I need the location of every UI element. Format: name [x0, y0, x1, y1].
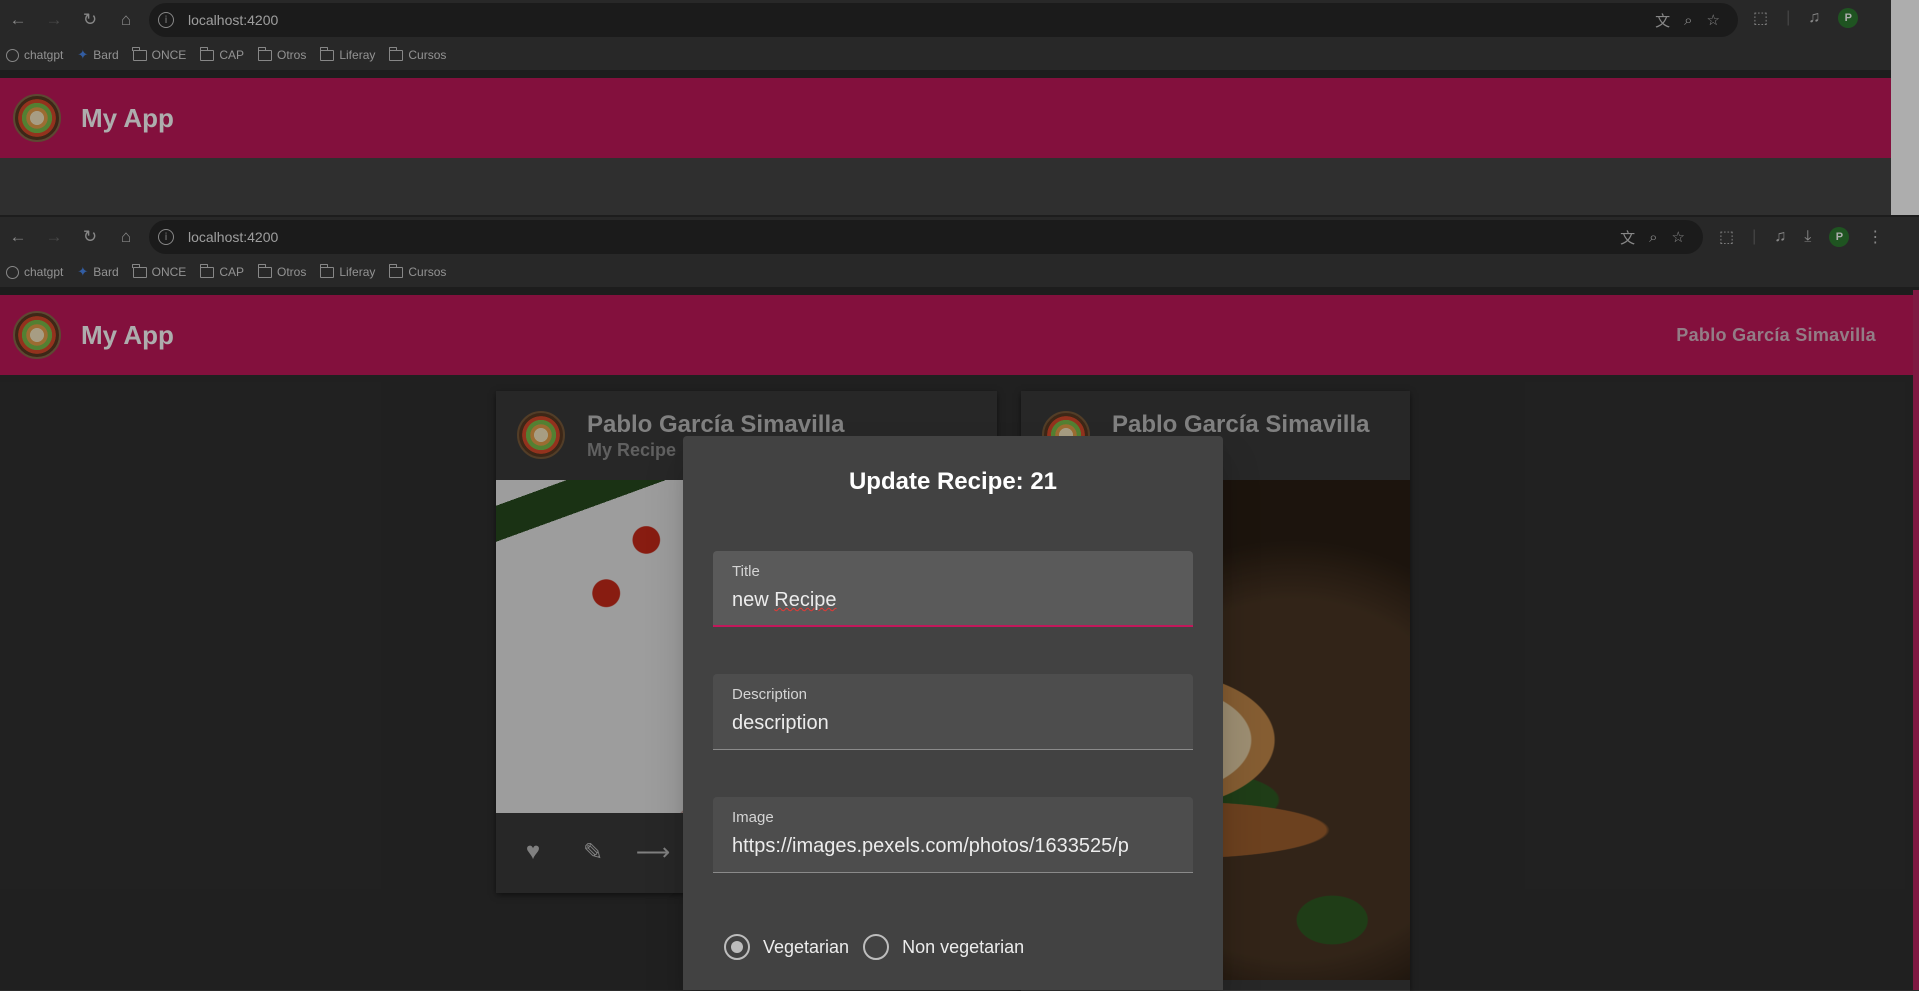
bard-sparkle-icon: ✦: [77, 47, 89, 62]
chatgpt-icon: [6, 265, 19, 279]
home-icon[interactable]: ⌂: [108, 2, 144, 38]
bookmark-folder-otros[interactable]: Otros: [257, 263, 306, 279]
folder-icon: [132, 46, 147, 61]
bookmarks-bar-main: chatgpt ✦ Bard ONCE CAP Otros Liferay Cur…: [0, 257, 1919, 287]
reload-icon[interactable]: ↻: [72, 2, 108, 38]
app-logo: [13, 311, 61, 359]
folder-icon: [319, 46, 335, 61]
heart-icon[interactable]: ♥: [514, 833, 552, 871]
address-bar[interactable]: i localhost:4200 文 ⌕ ☆: [149, 3, 1738, 37]
description-field[interactable]: Description description: [713, 674, 1193, 750]
app-title: My App: [81, 319, 174, 350]
app-logo: [13, 94, 61, 142]
bookmark-star-icon[interactable]: ☆: [1707, 11, 1720, 29]
diet-radio-group: Vegetarian Non vegetarian: [724, 934, 1038, 960]
bookmark-folder-liferay[interactable]: Liferay: [319, 46, 375, 62]
forward-arrow-icon[interactable]: →: [36, 2, 72, 38]
back-arrow-icon[interactable]: ←: [0, 219, 36, 255]
bookmarks-bar-top: chatgpt ✦ Bard ONCE CAP Otros Liferay Cur…: [0, 40, 1919, 70]
reload-icon[interactable]: ↻: [72, 219, 108, 255]
bookmark-chatgpt[interactable]: chatgpt: [6, 265, 63, 279]
title-value: new Recipe: [732, 589, 837, 611]
extensions-icon[interactable]: ⬚: [1753, 8, 1768, 28]
address-bar[interactable]: i localhost:4200 文 ⌕ ☆: [149, 220, 1703, 254]
bookmark-bard[interactable]: ✦ Bard: [77, 264, 118, 280]
folder-icon: [388, 263, 404, 278]
card-author: Pablo García Simavilla: [587, 411, 845, 438]
description-input[interactable]: description: [732, 712, 1177, 735]
address-url: localhost:4200: [188, 12, 279, 28]
current-user-name[interactable]: Pablo García Simavilla: [1676, 325, 1876, 346]
media-control-icon[interactable]: ♫: [1774, 228, 1786, 246]
translate-icon[interactable]: 文: [1655, 10, 1670, 31]
app-toolbar-main: My App Pablo García Simavilla: [0, 295, 1913, 375]
media-control-icon[interactable]: ♫: [1808, 9, 1820, 27]
extensions-icon[interactable]: ⬚: [1719, 227, 1734, 247]
vegetarian-label[interactable]: Vegetarian: [763, 937, 849, 958]
description-label: Description: [732, 686, 808, 703]
back-arrow-icon[interactable]: ←: [0, 2, 36, 38]
toolbar-divider: |: [1786, 9, 1791, 26]
bookmark-folder-liferay[interactable]: Liferay: [319, 263, 375, 279]
site-info-icon[interactable]: i: [158, 229, 174, 245]
image-field[interactable]: Image https://images.pexels.com/photos/1…: [713, 797, 1193, 873]
bookmark-bard[interactable]: ✦ Bard: [77, 47, 118, 63]
radio-selected-dot: [731, 941, 743, 953]
update-recipe-dialog: Update Recipe: 21 Title new Recipe Descr…: [683, 436, 1223, 990]
bookmark-folder-cursos[interactable]: Cursos: [388, 46, 446, 62]
profile-avatar[interactable]: P: [1829, 227, 1850, 247]
folder-icon: [257, 263, 272, 278]
bookmark-folder-once[interactable]: ONCE: [132, 263, 186, 279]
zoom-icon[interactable]: ⌕: [1649, 229, 1657, 246]
app-toolbar-top: My App: [0, 78, 1891, 158]
bookmark-chatgpt[interactable]: chatgpt: [6, 48, 63, 62]
window-gap: [1891, 0, 1919, 215]
card-avatar: [517, 411, 565, 459]
folder-icon: [257, 46, 272, 61]
app-body-top: [0, 158, 1891, 215]
scrollbar[interactable]: [1913, 290, 1919, 990]
bookmark-star-icon[interactable]: ☆: [1672, 228, 1685, 246]
folder-icon: [199, 263, 215, 278]
folder-icon: [132, 263, 147, 278]
address-url: localhost:4200: [188, 229, 279, 245]
image-label: Image: [732, 809, 774, 826]
vegetarian-radio[interactable]: [724, 934, 750, 960]
dialog-title: Update Recipe: 21: [848, 468, 1058, 495]
zoom-icon[interactable]: ⌕: [1684, 12, 1692, 29]
card-author: Pablo García Simavilla: [1112, 411, 1370, 438]
title-input[interactable]: new Recipe: [732, 589, 1177, 612]
bookmark-folder-otros[interactable]: Otros: [257, 46, 306, 62]
spellcheck-underline: Recipe: [774, 589, 837, 611]
share-icon[interactable]: ⟶: [634, 833, 672, 871]
browser-toolbar-main: ← → ↻ ⌂ i localhost:4200 文 ⌕ ☆ ⬚ | ♫ ⤓ P…: [0, 217, 1919, 257]
non-vegetarian-label[interactable]: Non vegetarian: [902, 937, 1024, 958]
forward-arrow-icon[interactable]: →: [36, 219, 72, 255]
chatgpt-icon: [6, 48, 19, 62]
bookmark-folder-cap[interactable]: CAP: [199, 263, 244, 279]
bookmark-folder-cursos[interactable]: Cursos: [388, 263, 446, 279]
bookmark-folder-cap[interactable]: CAP: [199, 46, 244, 62]
download-icon[interactable]: ⤓: [1804, 228, 1811, 246]
bookmark-folder-once[interactable]: ONCE: [132, 46, 186, 62]
home-icon[interactable]: ⌂: [108, 219, 144, 255]
title-field[interactable]: Title new Recipe: [713, 551, 1193, 627]
toolbar-divider: |: [1752, 228, 1757, 245]
folder-icon: [199, 46, 215, 61]
site-info-icon[interactable]: i: [158, 12, 174, 28]
pencil-icon[interactable]: ✎: [574, 833, 612, 871]
bard-sparkle-icon: ✦: [77, 264, 89, 279]
browser-toolbar-top: ← → ↻ ⌂ i localhost:4200 文 ⌕ ☆ ⬚ | ♫ P: [0, 0, 1919, 40]
menu-kebab-icon[interactable]: ⋮: [1867, 227, 1883, 247]
image-url-input[interactable]: https://images.pexels.com/photos/1633525…: [732, 835, 1177, 858]
folder-icon: [388, 46, 404, 61]
card-subtitle: My Recipe: [587, 440, 677, 460]
app-title: My App: [81, 102, 174, 133]
title-label: Title: [732, 563, 760, 580]
profile-avatar[interactable]: P: [1838, 8, 1859, 28]
translate-icon[interactable]: 文: [1620, 227, 1635, 248]
folder-icon: [319, 263, 335, 278]
non-vegetarian-radio[interactable]: [863, 934, 890, 960]
